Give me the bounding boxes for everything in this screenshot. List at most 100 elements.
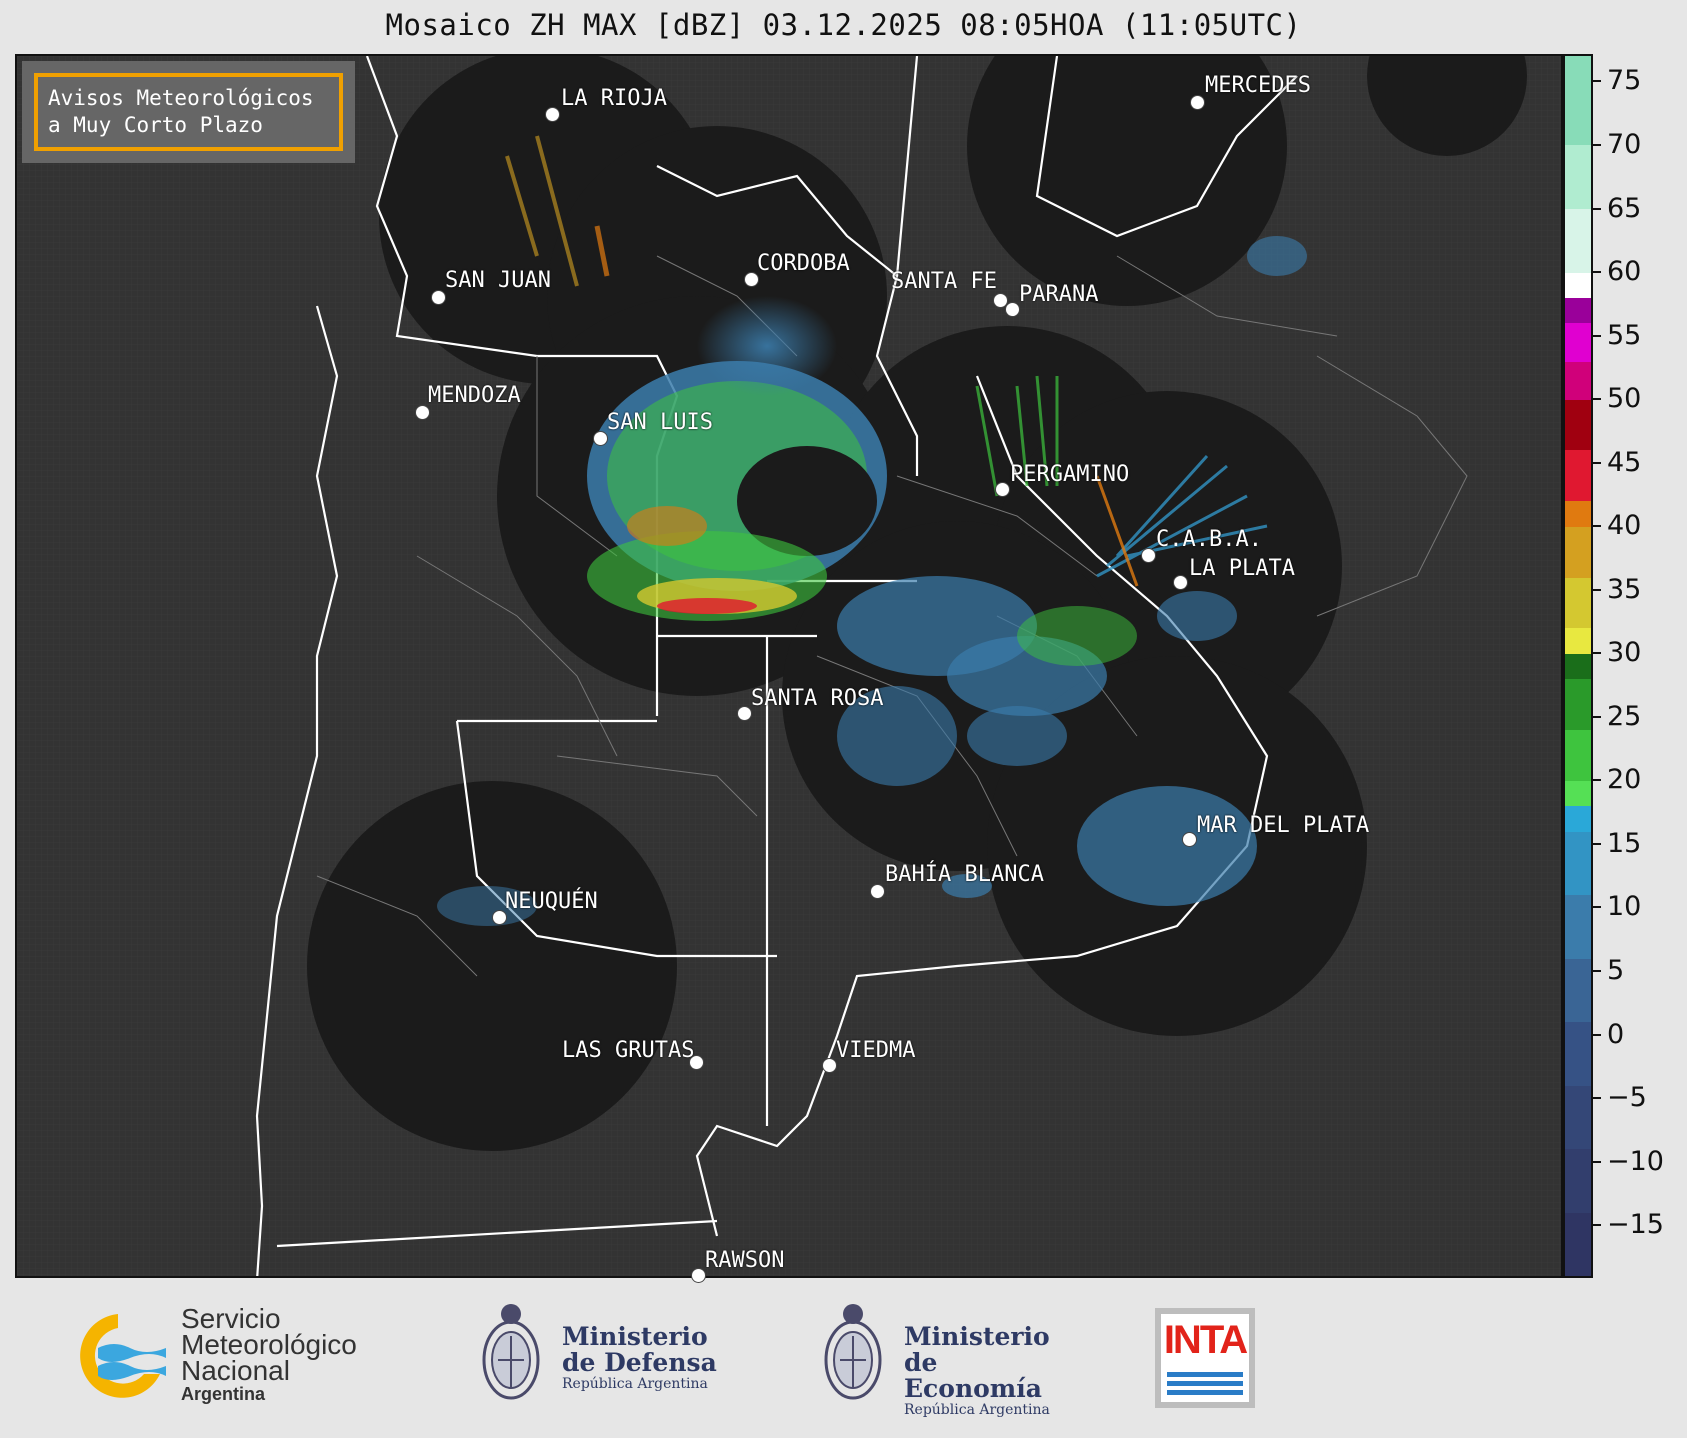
inta-wordmark: INTA (1163, 1318, 1248, 1362)
city-label-caba: C.A.B.A. (1156, 527, 1262, 552)
economia-logo[interactable]: Ministerio de Economía República Argenti… (820, 1296, 1070, 1418)
city-label-san-juan: SAN JUAN (445, 268, 551, 293)
colorbar-tick-label: 15 (1607, 827, 1642, 859)
colorbar-band (1565, 322, 1591, 362)
colorbar-tick-mark (1593, 1097, 1601, 1100)
colorbar-tick-mark (1593, 779, 1601, 782)
smn-emblem-icon (80, 1314, 166, 1398)
colorbar-tick-label: 70 (1607, 128, 1642, 160)
colorbar-tick-label: 0 (1607, 1018, 1625, 1050)
economia-line-2: de Economía (904, 1348, 1042, 1403)
notice-box: Avisos Meteorológicos a Muy Corto Plazo (22, 61, 355, 163)
colorbar-tick-label: 30 (1607, 637, 1642, 669)
colorbar-tick-mark (1593, 207, 1601, 210)
map-title: Mosaico ZH MAX [dBZ] 03.12.2025 08:05HOA… (385, 8, 1302, 42)
colorbar-band (1565, 399, 1591, 451)
colorbar-tick-mark (1593, 1224, 1601, 1227)
colorbar-tick-label: 25 (1607, 700, 1642, 732)
economia-sub: República Argentina (904, 1402, 1050, 1418)
colorbar (1563, 54, 1593, 1278)
city-label-la-rioja: LA RIOJA (561, 86, 667, 111)
city-label-cordoba: CORDOBA (757, 251, 850, 276)
colorbar-tick-label: 75 (1607, 65, 1642, 97)
colorbar-tick-mark (1593, 715, 1601, 718)
smn-sub: Argentina (181, 1384, 266, 1404)
colorbar-tick-mark (1593, 906, 1601, 909)
city-label-pergamino: PERGAMINO (1010, 462, 1130, 487)
city-dot-bahia-blanca[interactable] (870, 884, 885, 899)
footer-logos: Servicio Meteorológico Nacional Argentin… (0, 1280, 1687, 1438)
colorbar-tick-label: 20 (1607, 764, 1642, 796)
colorbar-tick-mark (1593, 334, 1601, 337)
radar-map[interactable] (15, 54, 1563, 1278)
colorbar-tick-label: −10 (1607, 1145, 1664, 1177)
city-label-parana: PARANA (1019, 282, 1099, 307)
colorbar-tick-label: −5 (1607, 1082, 1647, 1114)
smn-line-3: Nacional (181, 1355, 290, 1386)
city-label-viedma: VIEDMA (836, 1038, 916, 1063)
city-dot-caba[interactable] (1141, 548, 1156, 563)
colorbar-tick-label: 60 (1607, 256, 1642, 288)
city-label-la-plata: LA PLATA (1189, 556, 1295, 581)
inta-logo[interactable]: INTA (1155, 1308, 1255, 1408)
defensa-line-2: de Defensa (562, 1348, 717, 1377)
notice-line-2: a Muy Corto Plazo (48, 113, 263, 137)
notice-line-1: Avisos Meteorológicos (48, 86, 314, 110)
colorbar-band (1565, 894, 1591, 959)
city-label-san-luis: SAN LUIS (607, 410, 713, 435)
colorbar-tick-mark (1593, 1160, 1601, 1163)
defensa-line-1: Ministerio (562, 1322, 708, 1351)
defensa-sub: República Argentina (562, 1376, 708, 1392)
colorbar-band (1565, 526, 1591, 578)
colorbar-band (1565, 780, 1591, 807)
colorbar-band (1565, 627, 1591, 654)
colorbar-tick-label: 50 (1607, 383, 1642, 415)
colorbar-tick-label: 10 (1607, 891, 1642, 923)
colorbar-band (1565, 500, 1591, 527)
colorbar-tick-label: 65 (1607, 192, 1642, 224)
colorbar-tick-label: 45 (1607, 446, 1642, 478)
city-dot-viedma[interactable] (822, 1058, 837, 1073)
city-dot-mar-del-plata[interactable] (1182, 832, 1197, 847)
colorbar-tick-mark (1593, 652, 1601, 655)
colorbar-band (1565, 208, 1591, 273)
colorbar-band (1565, 678, 1591, 731)
colorbar-band (1565, 144, 1591, 209)
colorbar-band (1565, 805, 1591, 832)
city-dot-san-luis[interactable] (593, 431, 608, 446)
colorbar-band (1565, 1085, 1591, 1150)
colorbar-band (1565, 361, 1591, 400)
city-label-neuquen: NEUQUÉN (505, 889, 598, 914)
colorbar-band (1565, 1212, 1591, 1276)
city-dot-la-plata[interactable] (1173, 575, 1188, 590)
city-label-rawson: RAWSON (705, 1248, 785, 1273)
colorbar-tick-mark (1593, 970, 1601, 972)
colorbar-tick-mark (1593, 525, 1601, 528)
colorbar-band (1565, 831, 1591, 896)
national-seal-icon (482, 1304, 540, 1400)
colorbar-tick-mark (1593, 842, 1601, 845)
colorbar-band (1565, 449, 1591, 502)
city-label-las-grutas: LAS GRUTAS (562, 1038, 695, 1063)
colorbar-tick-label: 35 (1607, 573, 1642, 605)
city-dot-san-juan[interactable] (431, 290, 446, 305)
economia-line-1: Ministerio (904, 1322, 1050, 1351)
notice-frame: Avisos Meteorológicos a Muy Corto Plazo (34, 73, 343, 151)
smn-logo[interactable]: Servicio Meteorológico Nacional Argentin… (66, 1305, 386, 1406)
colorbar-tick-label: −15 (1607, 1209, 1664, 1241)
colorbar-tick-mark (1593, 461, 1601, 464)
colorbar-band (1565, 958, 1591, 1023)
colorbar-band (1565, 729, 1591, 781)
defensa-logo[interactable]: Ministerio de Defensa República Argentin… (478, 1296, 718, 1416)
city-dot-parana[interactable] (1005, 302, 1020, 317)
city-label-santa-fe: SANTA FE (891, 269, 997, 294)
city-dot-la-rioja[interactable] (545, 107, 560, 122)
city-label-mercedes: MERCEDES (1205, 73, 1311, 98)
colorbar-tick-mark (1593, 80, 1601, 83)
colorbar-tick-mark (1593, 588, 1601, 591)
city-dot-pergamino[interactable] (995, 482, 1010, 497)
city-dot-mercedes[interactable] (1190, 95, 1205, 110)
city-dot-santa-rosa[interactable] (737, 706, 752, 721)
colorbar-band (1565, 1021, 1591, 1086)
city-label-bahia-blanca: BAHÍA BLANCA (885, 862, 1044, 887)
